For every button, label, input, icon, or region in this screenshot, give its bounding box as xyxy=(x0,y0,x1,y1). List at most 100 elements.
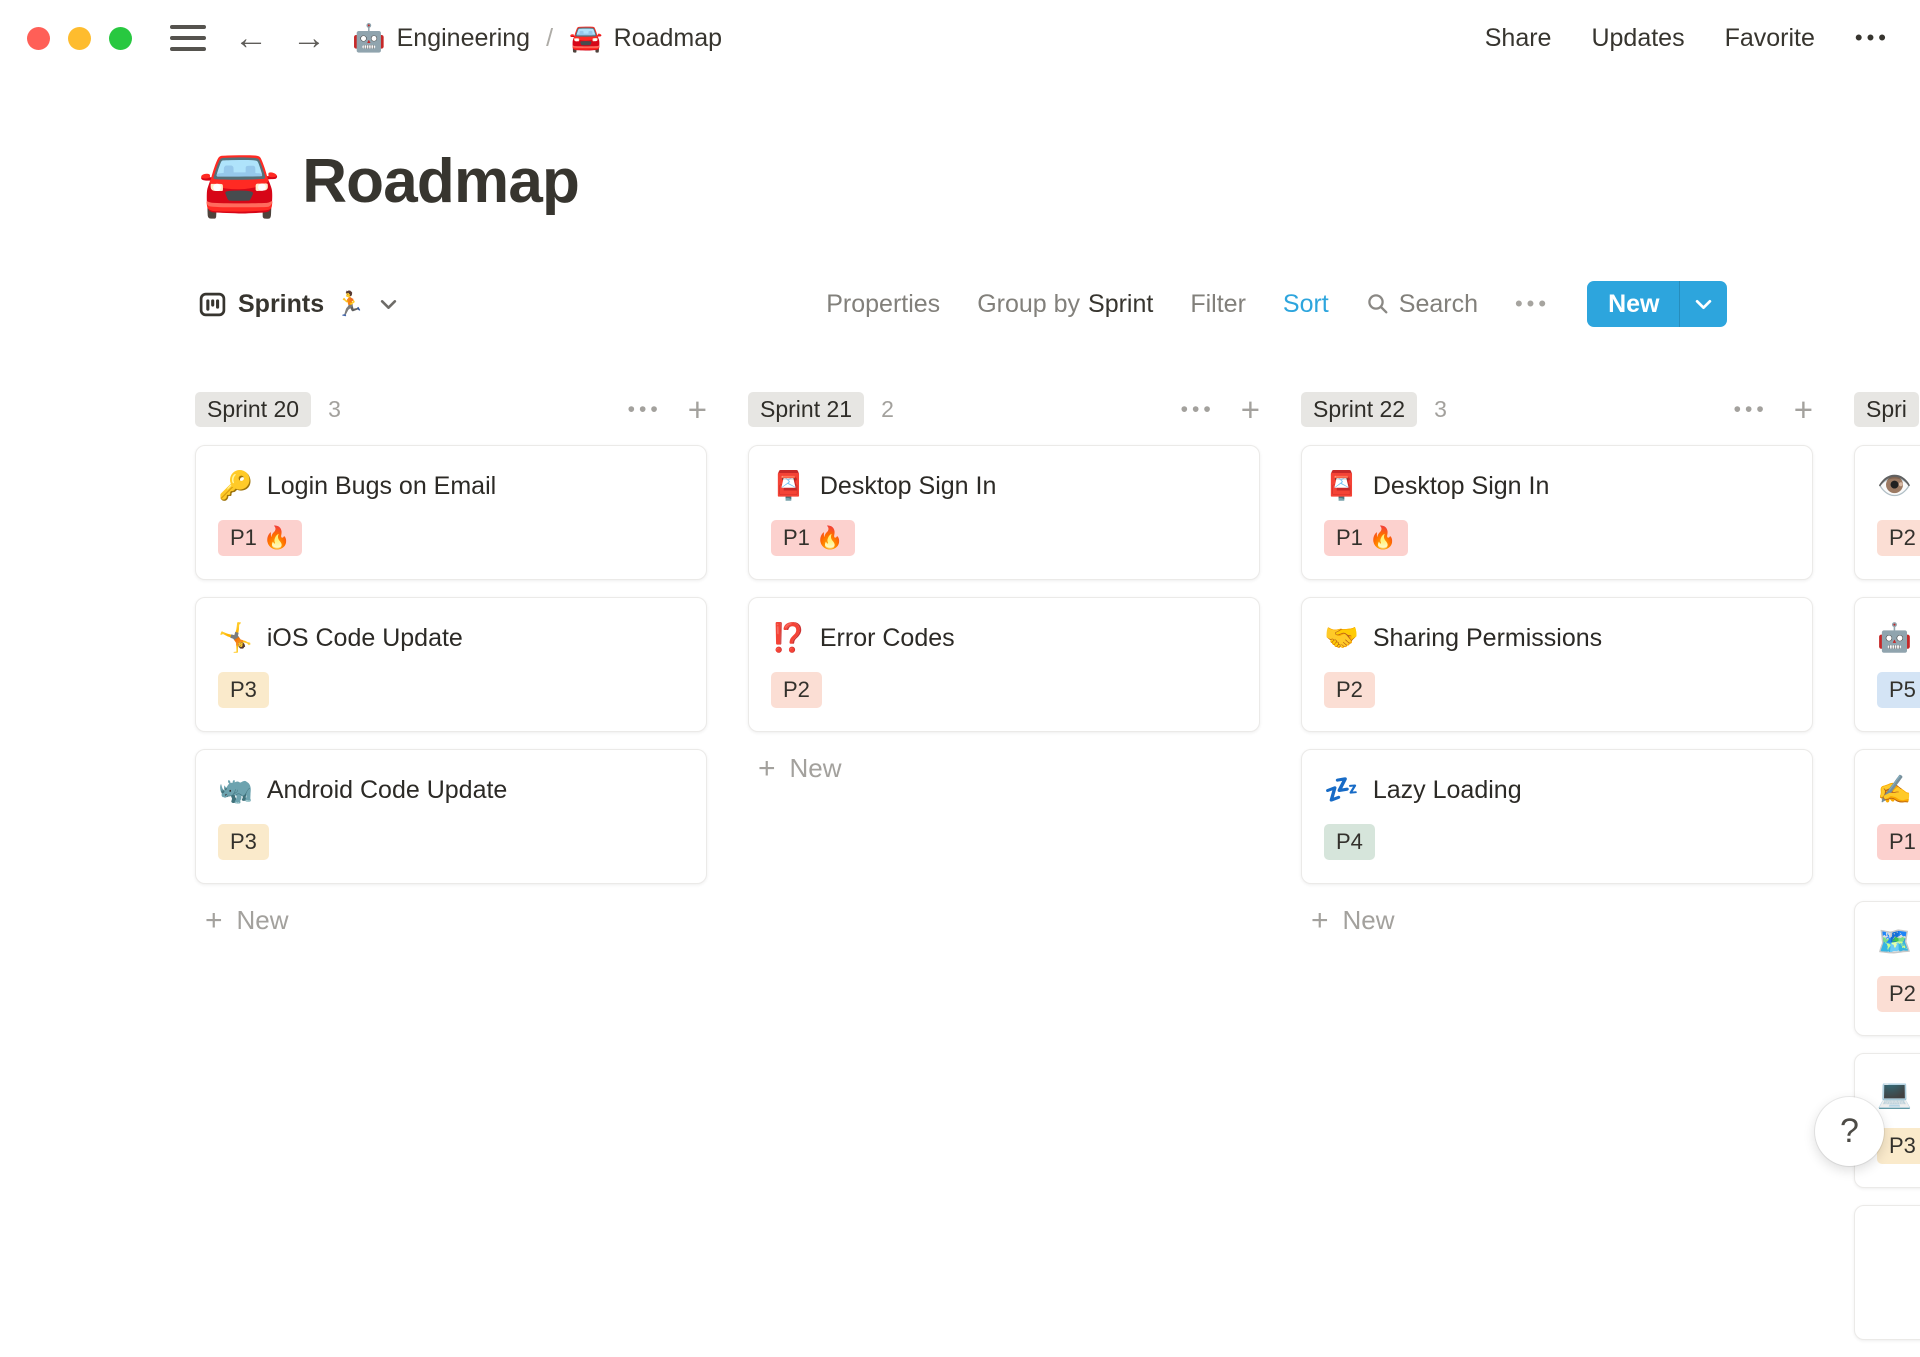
filter-button[interactable]: Filter xyxy=(1190,290,1246,319)
column-add-icon[interactable]: + xyxy=(1794,393,1813,426)
priority-tag: P2 xyxy=(1324,672,1375,709)
key-icon: 🔑 xyxy=(218,470,253,501)
card-tag-row: P2 xyxy=(1877,976,1920,1013)
card-title: Desktop Sign In xyxy=(1372,472,1550,500)
properties-button[interactable]: Properties xyxy=(826,290,940,319)
column-more-icon[interactable]: ••• xyxy=(1734,399,1768,420)
card-title: Login Bugs on Email xyxy=(266,472,497,500)
robot-icon: 🤖 xyxy=(1877,622,1912,653)
plus-icon: + xyxy=(758,751,776,785)
board-card[interactable]: 🤖 I P5 xyxy=(1854,597,1920,732)
zoom-window-button[interactable] xyxy=(109,26,132,50)
help-button[interactable]: ? xyxy=(1815,1097,1884,1166)
favorite-button[interactable]: Favorite xyxy=(1725,24,1815,53)
close-window-button[interactable] xyxy=(27,26,50,50)
group-by-button[interactable]: Group by Sprint xyxy=(977,290,1153,319)
eye-icon: 👁️ xyxy=(1877,470,1912,501)
column-cards: 👁️ M P2 🤖 I P5 ✍️ R P1 🔥 🗺️ R P2 xyxy=(1854,445,1920,1357)
updates-button[interactable]: Updates xyxy=(1591,24,1684,53)
more-options-icon[interactable]: ••• xyxy=(1855,27,1890,49)
group-by-value: Sprint xyxy=(1088,289,1154,318)
column-add-icon[interactable]: + xyxy=(688,393,707,426)
minimize-window-button[interactable] xyxy=(68,26,91,50)
question-mark-icon: ? xyxy=(1840,1112,1859,1150)
board-card[interactable]: 💤 Lazy Loading P4 xyxy=(1301,749,1813,884)
breadcrumb-label: Engineering xyxy=(396,23,531,52)
column-name-pill[interactable]: Spri xyxy=(1854,391,1919,427)
view-toolbar: Sprints 🏃 Properties Group by Sprint Filt… xyxy=(198,281,1727,327)
column-cards: 📮 Desktop Sign In P1 🔥 ⁉️ Error Codes P2 xyxy=(748,445,1260,749)
world-map-icon: 🗺️ xyxy=(1877,926,1912,957)
toolbar-more-icon[interactable]: ••• xyxy=(1515,293,1550,315)
sort-button[interactable]: Sort xyxy=(1283,290,1329,319)
board-card[interactable]: 🔑 Login Bugs on Email P1 🔥 xyxy=(195,445,707,580)
board-card[interactable]: 🤝 Sharing Permissions P2 xyxy=(1301,597,1813,732)
zzz-icon: 💤 xyxy=(1324,774,1359,805)
column-more-icon[interactable]: ••• xyxy=(1181,399,1215,420)
board-card[interactable]: 📮 Desktop Sign In P1 🔥 xyxy=(748,445,1260,580)
board-column: Spri ••• + 👁️ M P2 🤖 I P5 ✍️ R xyxy=(1854,391,1920,1357)
priority-tag: P2 xyxy=(771,672,822,709)
group-by-label: Group by xyxy=(977,289,1081,318)
priority-tag: P1 🔥 xyxy=(1877,824,1920,861)
priority-tag: P1 🔥 xyxy=(1324,520,1409,557)
card-title: Lazy Loading xyxy=(1372,776,1522,804)
column-header: Sprint 21 2 ••• + xyxy=(748,391,1260,427)
board-card[interactable]: 👁️ M P2 xyxy=(1854,445,1920,580)
search-icon xyxy=(1368,294,1388,314)
breadcrumb-item-roadmap[interactable]: 🚘 Roadmap xyxy=(569,24,722,53)
board-column: Sprint 22 3 ••• + 📮 Desktop Sign In P1 🔥… xyxy=(1301,391,1813,1357)
board-card[interactable]: ✍️ R P1 🔥 xyxy=(1854,749,1920,884)
share-button[interactable]: Share xyxy=(1485,24,1552,53)
column-name-pill[interactable]: Sprint 20 xyxy=(195,391,312,427)
page-title-text[interactable]: Roadmap xyxy=(302,146,580,217)
column-cards: 🔑 Login Bugs on Email P1 🔥 🤸 iOS Code Up… xyxy=(195,445,707,901)
new-dropdown-button[interactable] xyxy=(1680,281,1727,327)
new-button[interactable]: New xyxy=(1587,281,1678,327)
column-header: Sprint 20 3 ••• + xyxy=(195,391,707,427)
board-card[interactable] xyxy=(1854,1205,1920,1340)
board-card[interactable]: 🗺️ R P2 xyxy=(1854,901,1920,1036)
board-column: Sprint 21 2 ••• + 📮 Desktop Sign In P1 🔥… xyxy=(748,391,1260,1357)
card-tag-row: P1 🔥 xyxy=(1877,824,1920,861)
kanban-board: Sprint 20 3 ••• + 🔑 Login Bugs on Email … xyxy=(195,391,1920,1357)
column-more-icon[interactable]: ••• xyxy=(628,399,662,420)
card-title: Error Codes xyxy=(819,624,955,652)
car-icon[interactable]: 🚘 xyxy=(198,149,280,215)
chevron-down-icon xyxy=(1695,299,1712,309)
search-button[interactable]: Search xyxy=(1366,290,1478,319)
forward-arrow-icon[interactable]: → xyxy=(292,21,326,55)
board-view-icon xyxy=(199,292,226,316)
card-tag-row: P3 xyxy=(218,672,684,709)
column-new-button[interactable]: + New xyxy=(1301,905,1813,936)
back-arrow-icon[interactable]: ← xyxy=(234,21,268,55)
column-add-icon[interactable]: + xyxy=(1241,393,1260,426)
card-title: Sharing Permissions xyxy=(1372,624,1603,652)
column-name-pill[interactable]: Sprint 22 xyxy=(1301,391,1418,427)
card-tag-row: P1 🔥 xyxy=(1324,520,1790,557)
traffic-lights xyxy=(27,26,132,50)
column-cards: 📮 Desktop Sign In P1 🔥 🤝 Sharing Permiss… xyxy=(1301,445,1813,901)
plus-icon: + xyxy=(205,903,223,937)
board-card[interactable]: 📮 Desktop Sign In P1 🔥 xyxy=(1301,445,1813,580)
breadcrumb-item-engineering[interactable]: 🤖 Engineering xyxy=(352,24,530,53)
card-tag-row: P5 xyxy=(1877,672,1920,709)
column-new-button[interactable]: + New xyxy=(195,905,707,936)
search-label: Search xyxy=(1398,289,1478,318)
breadcrumb-label: Roadmap xyxy=(613,23,723,52)
board-card[interactable]: 🤸 iOS Code Update P3 xyxy=(195,597,707,732)
board-card[interactable]: ⁉️ Error Codes P2 xyxy=(748,597,1260,732)
view-name: Sprints xyxy=(238,289,325,318)
column-new-button[interactable]: + New xyxy=(748,753,1260,784)
interrobang-icon: ⁉️ xyxy=(771,622,806,653)
column-name-pill[interactable]: Sprint 21 xyxy=(748,391,865,427)
sidebar-menu-icon[interactable] xyxy=(170,25,206,51)
robot-icon: 🤖 xyxy=(352,22,386,53)
view-switcher-sprints[interactable]: Sprints 🏃 xyxy=(198,290,397,319)
card-title: Desktop Sign In xyxy=(819,472,997,500)
column-header: Sprint 22 3 ••• + xyxy=(1301,391,1813,427)
priority-tag: P2 xyxy=(1877,976,1920,1013)
board-card[interactable]: 🦏 Android Code Update P3 xyxy=(195,749,707,884)
card-tag-row: P4 xyxy=(1324,824,1790,861)
priority-tag: P5 xyxy=(1877,672,1920,709)
